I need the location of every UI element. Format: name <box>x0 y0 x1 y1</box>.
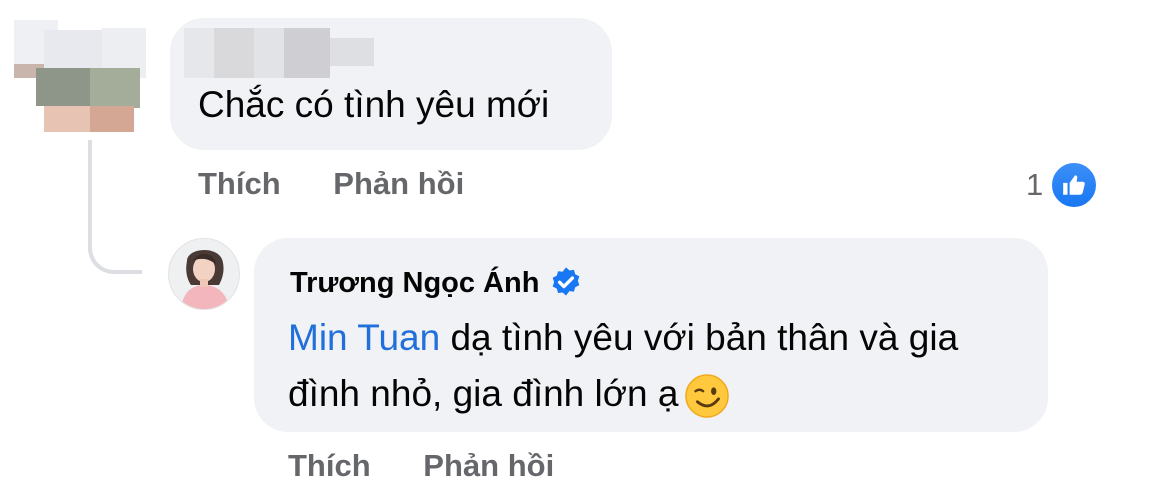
commenter-avatar-blurred[interactable] <box>14 20 164 132</box>
reply-actions: Thích Phản hồi <box>288 448 598 484</box>
comment-text: Chắc có tình yêu mới <box>198 84 550 125</box>
reaction-count: 1 <box>1026 167 1044 202</box>
reaction-summary[interactable]: 1 <box>1026 160 1100 210</box>
reply-text: Min Tuan dạ tình yêu với bản thân và gia… <box>288 310 1028 422</box>
like-thumb-icon <box>1049 160 1100 210</box>
mention-link[interactable]: Min Tuan <box>288 317 440 358</box>
comment-actions: Thích Phản hồi <box>198 166 508 202</box>
reply-bubble: Trương Ngọc Ánh Min Tuan dạ tình yêu với… <box>254 238 1048 432</box>
verified-badge-icon <box>553 267 580 296</box>
commenter-name-blurred[interactable] <box>184 28 374 78</box>
reply-button[interactable]: Phản hồi <box>333 166 464 201</box>
like-button[interactable]: Thích <box>198 166 281 201</box>
author-name-row: Trương Ngọc Ánh <box>290 266 583 300</box>
reply-thread-connector <box>88 140 142 274</box>
reply-button[interactable]: Phản hồi <box>423 448 554 483</box>
winking-face-emoji <box>685 374 730 419</box>
like-button[interactable]: Thích <box>288 448 371 483</box>
author-avatar[interactable] <box>168 238 240 310</box>
author-name[interactable]: Trương Ngọc Ánh <box>290 267 539 300</box>
comment-bubble: Chắc có tình yêu mới <box>170 18 612 150</box>
